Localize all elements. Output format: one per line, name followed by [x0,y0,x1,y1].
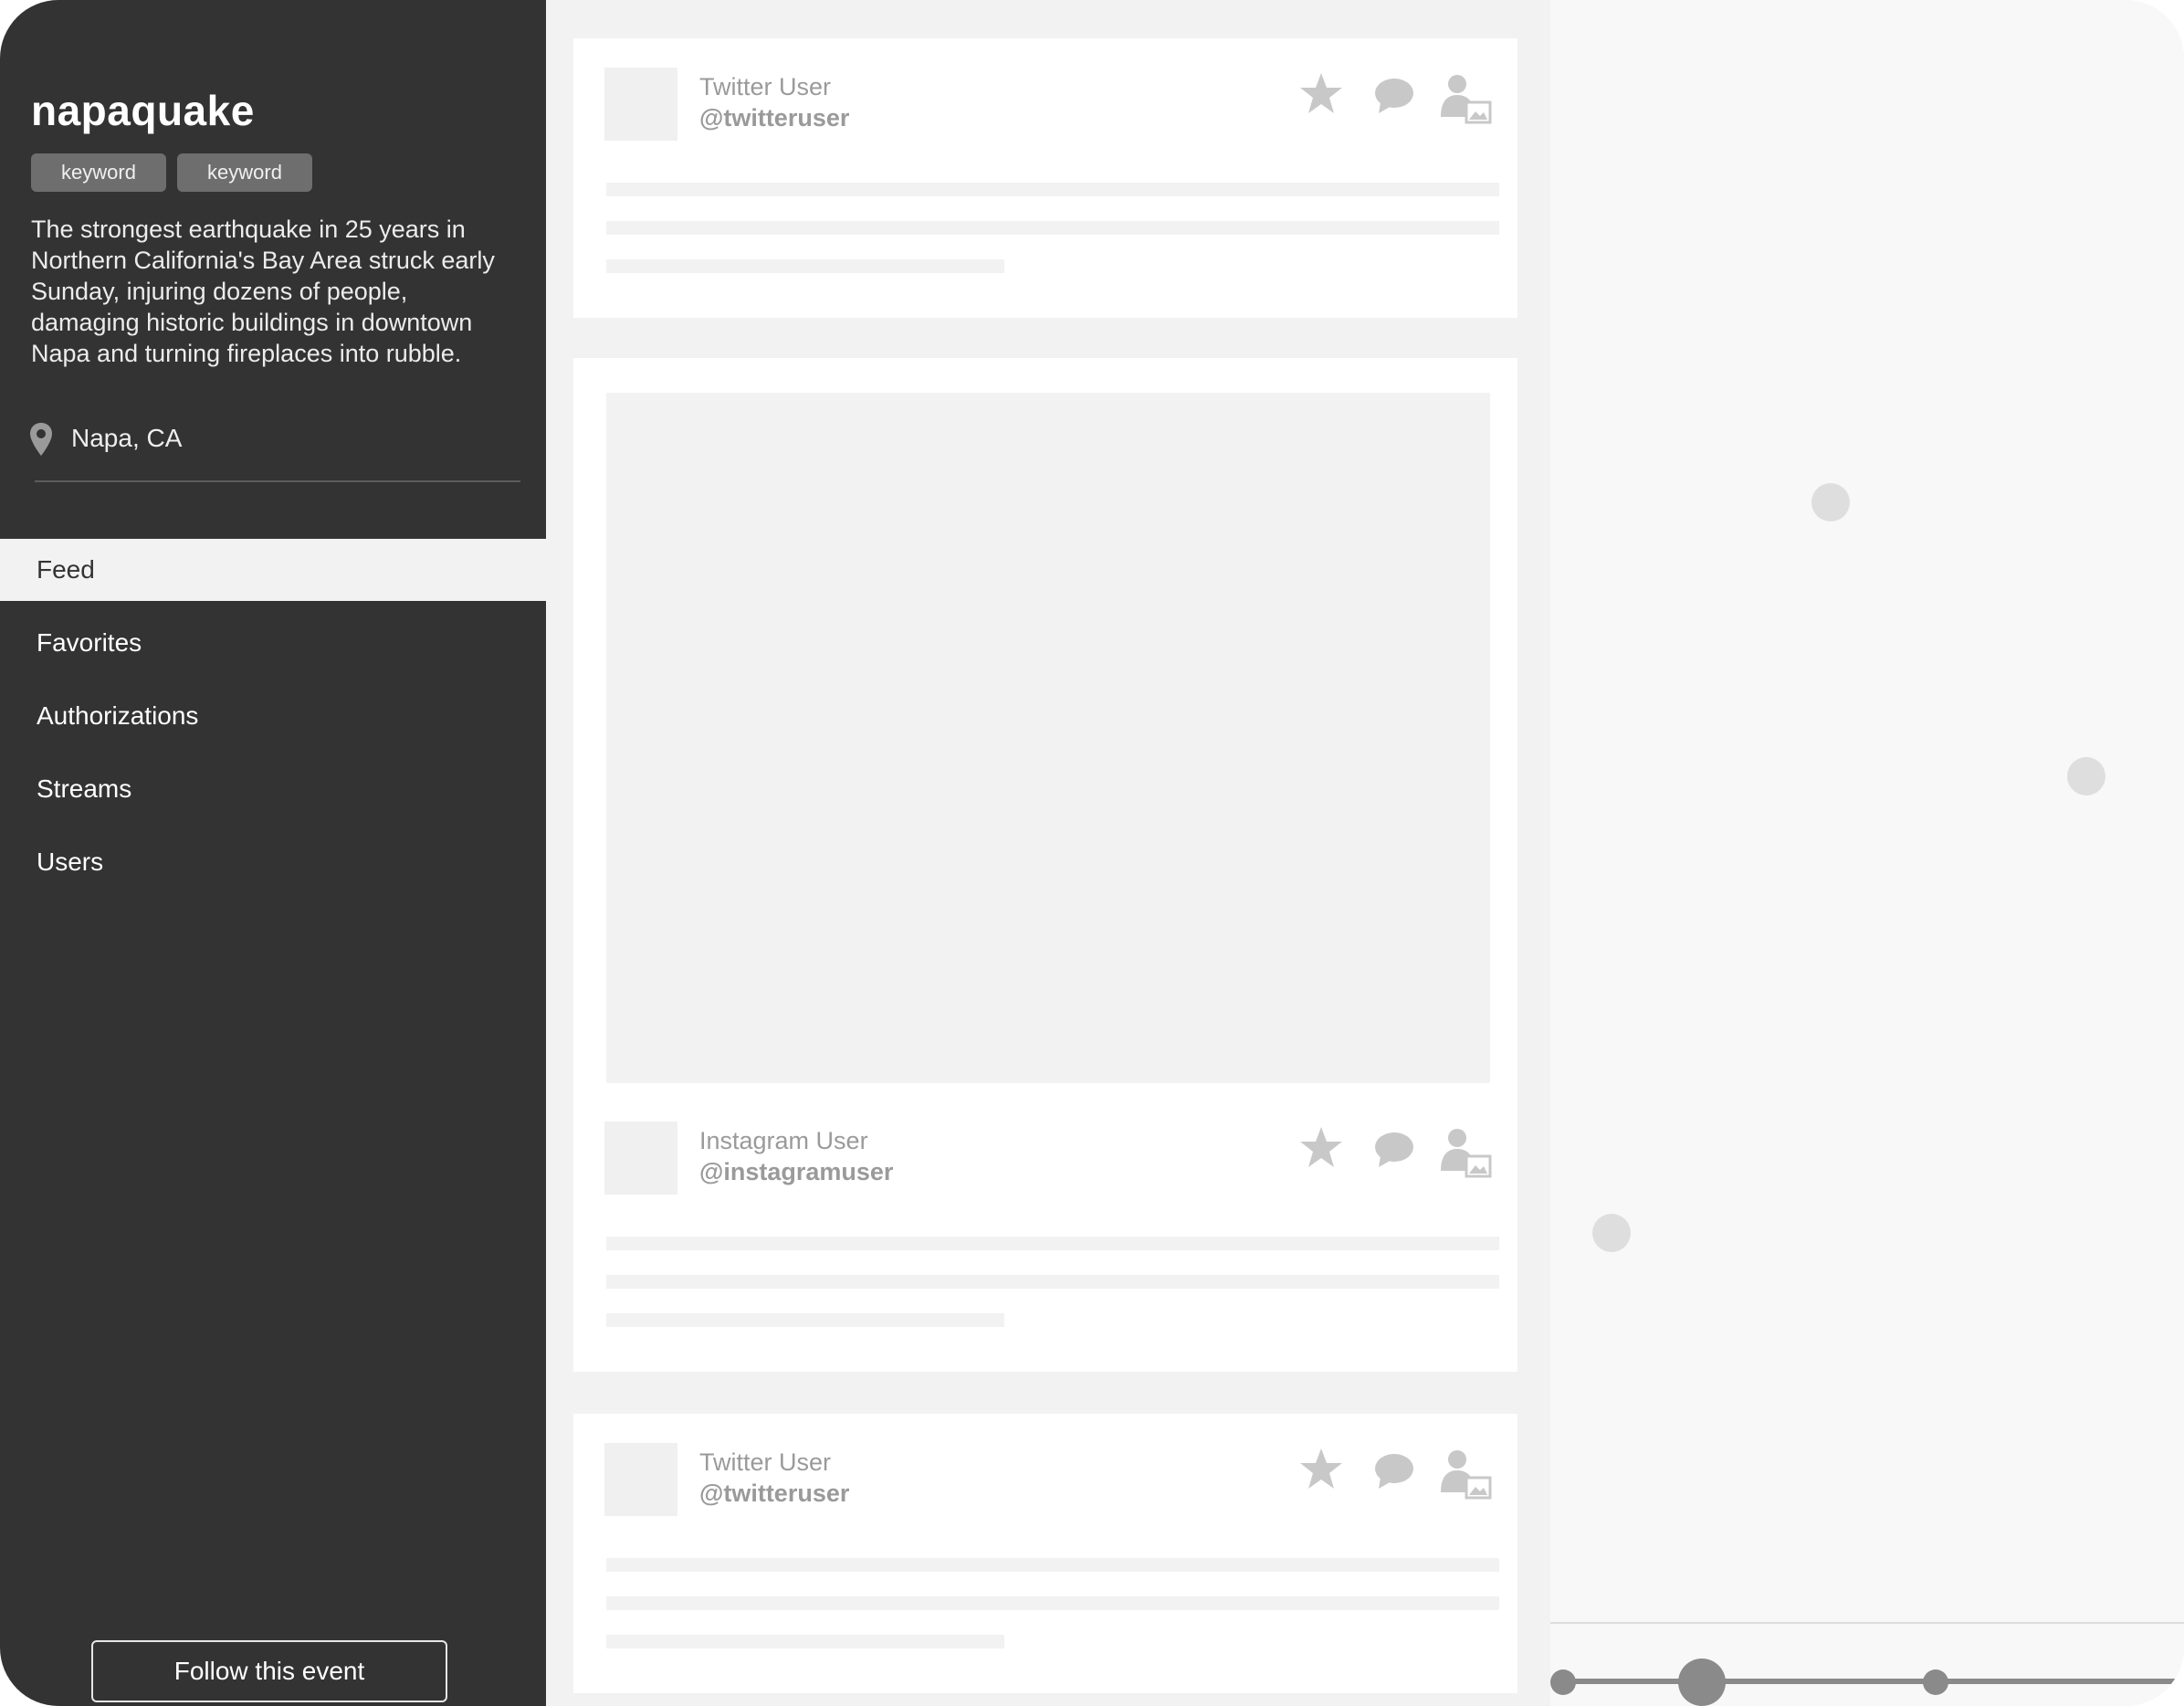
avatar[interactable] [604,1443,677,1516]
keyword-badge[interactable]: keyword [177,153,312,192]
speech-bubble-icon[interactable] [1373,1131,1415,1169]
follow-event-button[interactable]: Follow this event [91,1640,447,1702]
timeline-handle[interactable] [1678,1659,1726,1706]
sidebar: napaquake keyword keyword The strongest … [0,0,546,1706]
app-window: napaquake keyword keyword The strongest … [0,0,2184,1706]
map-marker[interactable] [1592,1214,1631,1252]
text-placeholder-line [606,1635,1004,1648]
text-placeholder-line [606,1313,1004,1327]
text-placeholder-line [606,1275,1499,1289]
sidebar-item-feed[interactable]: Feed [0,539,546,601]
event-description: The strongest earthquake in 25 years in … [31,216,495,367]
sidebar-divider [35,480,520,482]
text-placeholder-line [606,1596,1499,1610]
user-media-icon[interactable] [1439,1448,1492,1500]
event-title: napaquake [31,87,255,134]
post-user-handle[interactable]: @twitteruser [699,1480,849,1508]
text-placeholder-line [606,1558,1499,1572]
map-pin-icon [30,423,52,456]
feed-post: Twitter User @twitteruser [573,1414,1517,1693]
sidebar-item-streams[interactable]: Streams [0,758,546,820]
keyword-badge[interactable]: keyword [31,153,166,192]
speech-bubble-icon[interactable] [1373,77,1415,115]
avatar[interactable] [604,1122,677,1195]
text-placeholder-line [606,1237,1499,1250]
map-marker[interactable] [1811,483,1850,521]
sidebar-item-authorizations[interactable]: Authorizations [0,685,546,747]
star-icon[interactable] [1298,1447,1344,1492]
text-placeholder-line [606,183,1499,196]
map-panel[interactable] [1550,0,2184,1624]
map-marker[interactable] [2067,757,2105,795]
avatar[interactable] [604,68,677,141]
feed-post: Twitter User @twitteruser [573,38,1517,318]
timeline-track[interactable] [1561,1679,2184,1684]
post-media-image[interactable] [606,393,1490,1083]
sidebar-item-users[interactable]: Users [0,831,546,893]
star-icon[interactable] [1298,71,1344,117]
post-user-name[interactable]: Instagram User [699,1127,868,1155]
text-placeholder-line [606,259,1004,273]
speech-bubble-icon[interactable] [1373,1452,1415,1490]
post-user-handle[interactable]: @instagramuser [699,1158,893,1186]
event-location: Napa, CA [71,424,183,452]
feed-post: Instagram User @instagramuser [573,358,1517,1372]
sidebar-item-favorites[interactable]: Favorites [0,612,546,674]
text-placeholder-line [606,221,1499,235]
user-media-icon[interactable] [1439,73,1492,124]
star-icon[interactable] [1298,1125,1344,1171]
post-user-name[interactable]: Twitter User [699,73,831,101]
timeline-slider[interactable] [1550,1624,2184,1706]
post-user-handle[interactable]: @twitteruser [699,104,849,132]
post-user-name[interactable]: Twitter User [699,1448,831,1477]
timeline-point[interactable] [1550,1669,1576,1695]
user-media-icon[interactable] [1439,1127,1492,1178]
timeline-point[interactable] [1923,1669,1948,1695]
